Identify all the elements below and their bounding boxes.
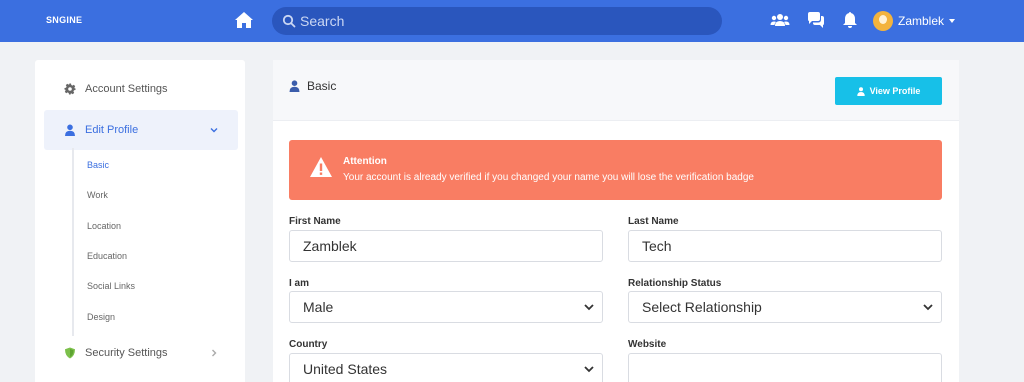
- basic-settings-card: Basic View Profile Attention Your accoun…: [273, 60, 959, 382]
- relationship-selected-value: Select Relationship: [642, 299, 762, 315]
- sidebar-item-security-settings[interactable]: Security Settings: [44, 333, 238, 373]
- caret-down-icon: [949, 19, 956, 23]
- warning-icon: [310, 157, 332, 177]
- submenu-item-education[interactable]: Education: [87, 251, 127, 261]
- submenu-divider: [72, 148, 74, 336]
- chevron-right-icon: [212, 349, 217, 357]
- last-name-label: Last Name: [628, 216, 679, 227]
- messages-icon[interactable]: [806, 11, 826, 29]
- notifications-bell-icon[interactable]: [840, 11, 860, 29]
- gender-selected-value: Male: [303, 299, 334, 315]
- view-profile-button[interactable]: View Profile: [835, 77, 942, 105]
- sidebar-item-edit-profile[interactable]: Edit Profile: [44, 110, 238, 150]
- submenu-item-location[interactable]: Location: [87, 221, 121, 231]
- last-name-input[interactable]: [628, 230, 942, 262]
- website-input[interactable]: [628, 353, 942, 382]
- country-selected-value: United States: [303, 361, 388, 377]
- submenu-item-design[interactable]: Design: [87, 312, 115, 322]
- verification-alert: Attention Your account is already verifi…: [289, 140, 942, 200]
- relationship-label: Relationship Status: [628, 278, 722, 289]
- country-label: Country: [289, 339, 328, 350]
- top-navbar: SNGINE Zamblek: [0, 0, 1024, 42]
- chevron-down-icon: [584, 304, 594, 311]
- first-name-input[interactable]: [289, 230, 603, 262]
- chevron-down-icon: [923, 304, 933, 311]
- card-header: Basic View Profile: [273, 60, 959, 121]
- friends-icon[interactable]: [770, 11, 790, 29]
- username[interactable]: Zamblek: [898, 14, 944, 28]
- user-icon: [65, 124, 75, 136]
- user-icon: [856, 86, 865, 96]
- home-icon[interactable]: [234, 11, 254, 29]
- page-title: Basic: [307, 79, 337, 93]
- search-bar[interactable]: [272, 7, 722, 35]
- submenu-item-social-links[interactable]: Social Links: [87, 281, 135, 291]
- sidebar-item-label: Account Settings: [85, 83, 168, 95]
- shield-icon: [65, 347, 75, 359]
- sidebar-item-account-settings[interactable]: Account Settings: [44, 69, 238, 109]
- search-input[interactable]: [300, 7, 710, 35]
- gender-label: I am: [289, 278, 310, 289]
- country-select[interactable]: United States: [289, 353, 603, 382]
- chevron-down-icon: [584, 366, 594, 373]
- sidebar-item-label: Edit Profile: [85, 124, 139, 136]
- user-menu[interactable]: Zamblek: [873, 10, 956, 32]
- relationship-select[interactable]: Select Relationship: [628, 291, 942, 323]
- submenu-item-work[interactable]: Work: [87, 190, 108, 200]
- first-name-label: First Name: [289, 216, 341, 227]
- website-label: Website: [628, 339, 667, 350]
- alert-message: Your account is already verified if you …: [343, 172, 754, 183]
- alert-title: Attention: [343, 156, 387, 167]
- gear-icon: [64, 83, 76, 95]
- chevron-down-icon: [210, 128, 218, 133]
- submenu-item-basic[interactable]: Basic: [87, 160, 109, 170]
- gender-select[interactable]: Male: [289, 291, 603, 323]
- avatar[interactable]: [873, 11, 893, 31]
- settings-sidebar: Account Settings Edit Profile Basic Work…: [35, 60, 245, 382]
- logo[interactable]: SNGINE: [46, 15, 82, 25]
- search-icon: [282, 14, 296, 28]
- sidebar-item-label: Security Settings: [85, 347, 168, 359]
- view-profile-label: View Profile: [869, 86, 921, 96]
- user-icon: [289, 80, 300, 92]
